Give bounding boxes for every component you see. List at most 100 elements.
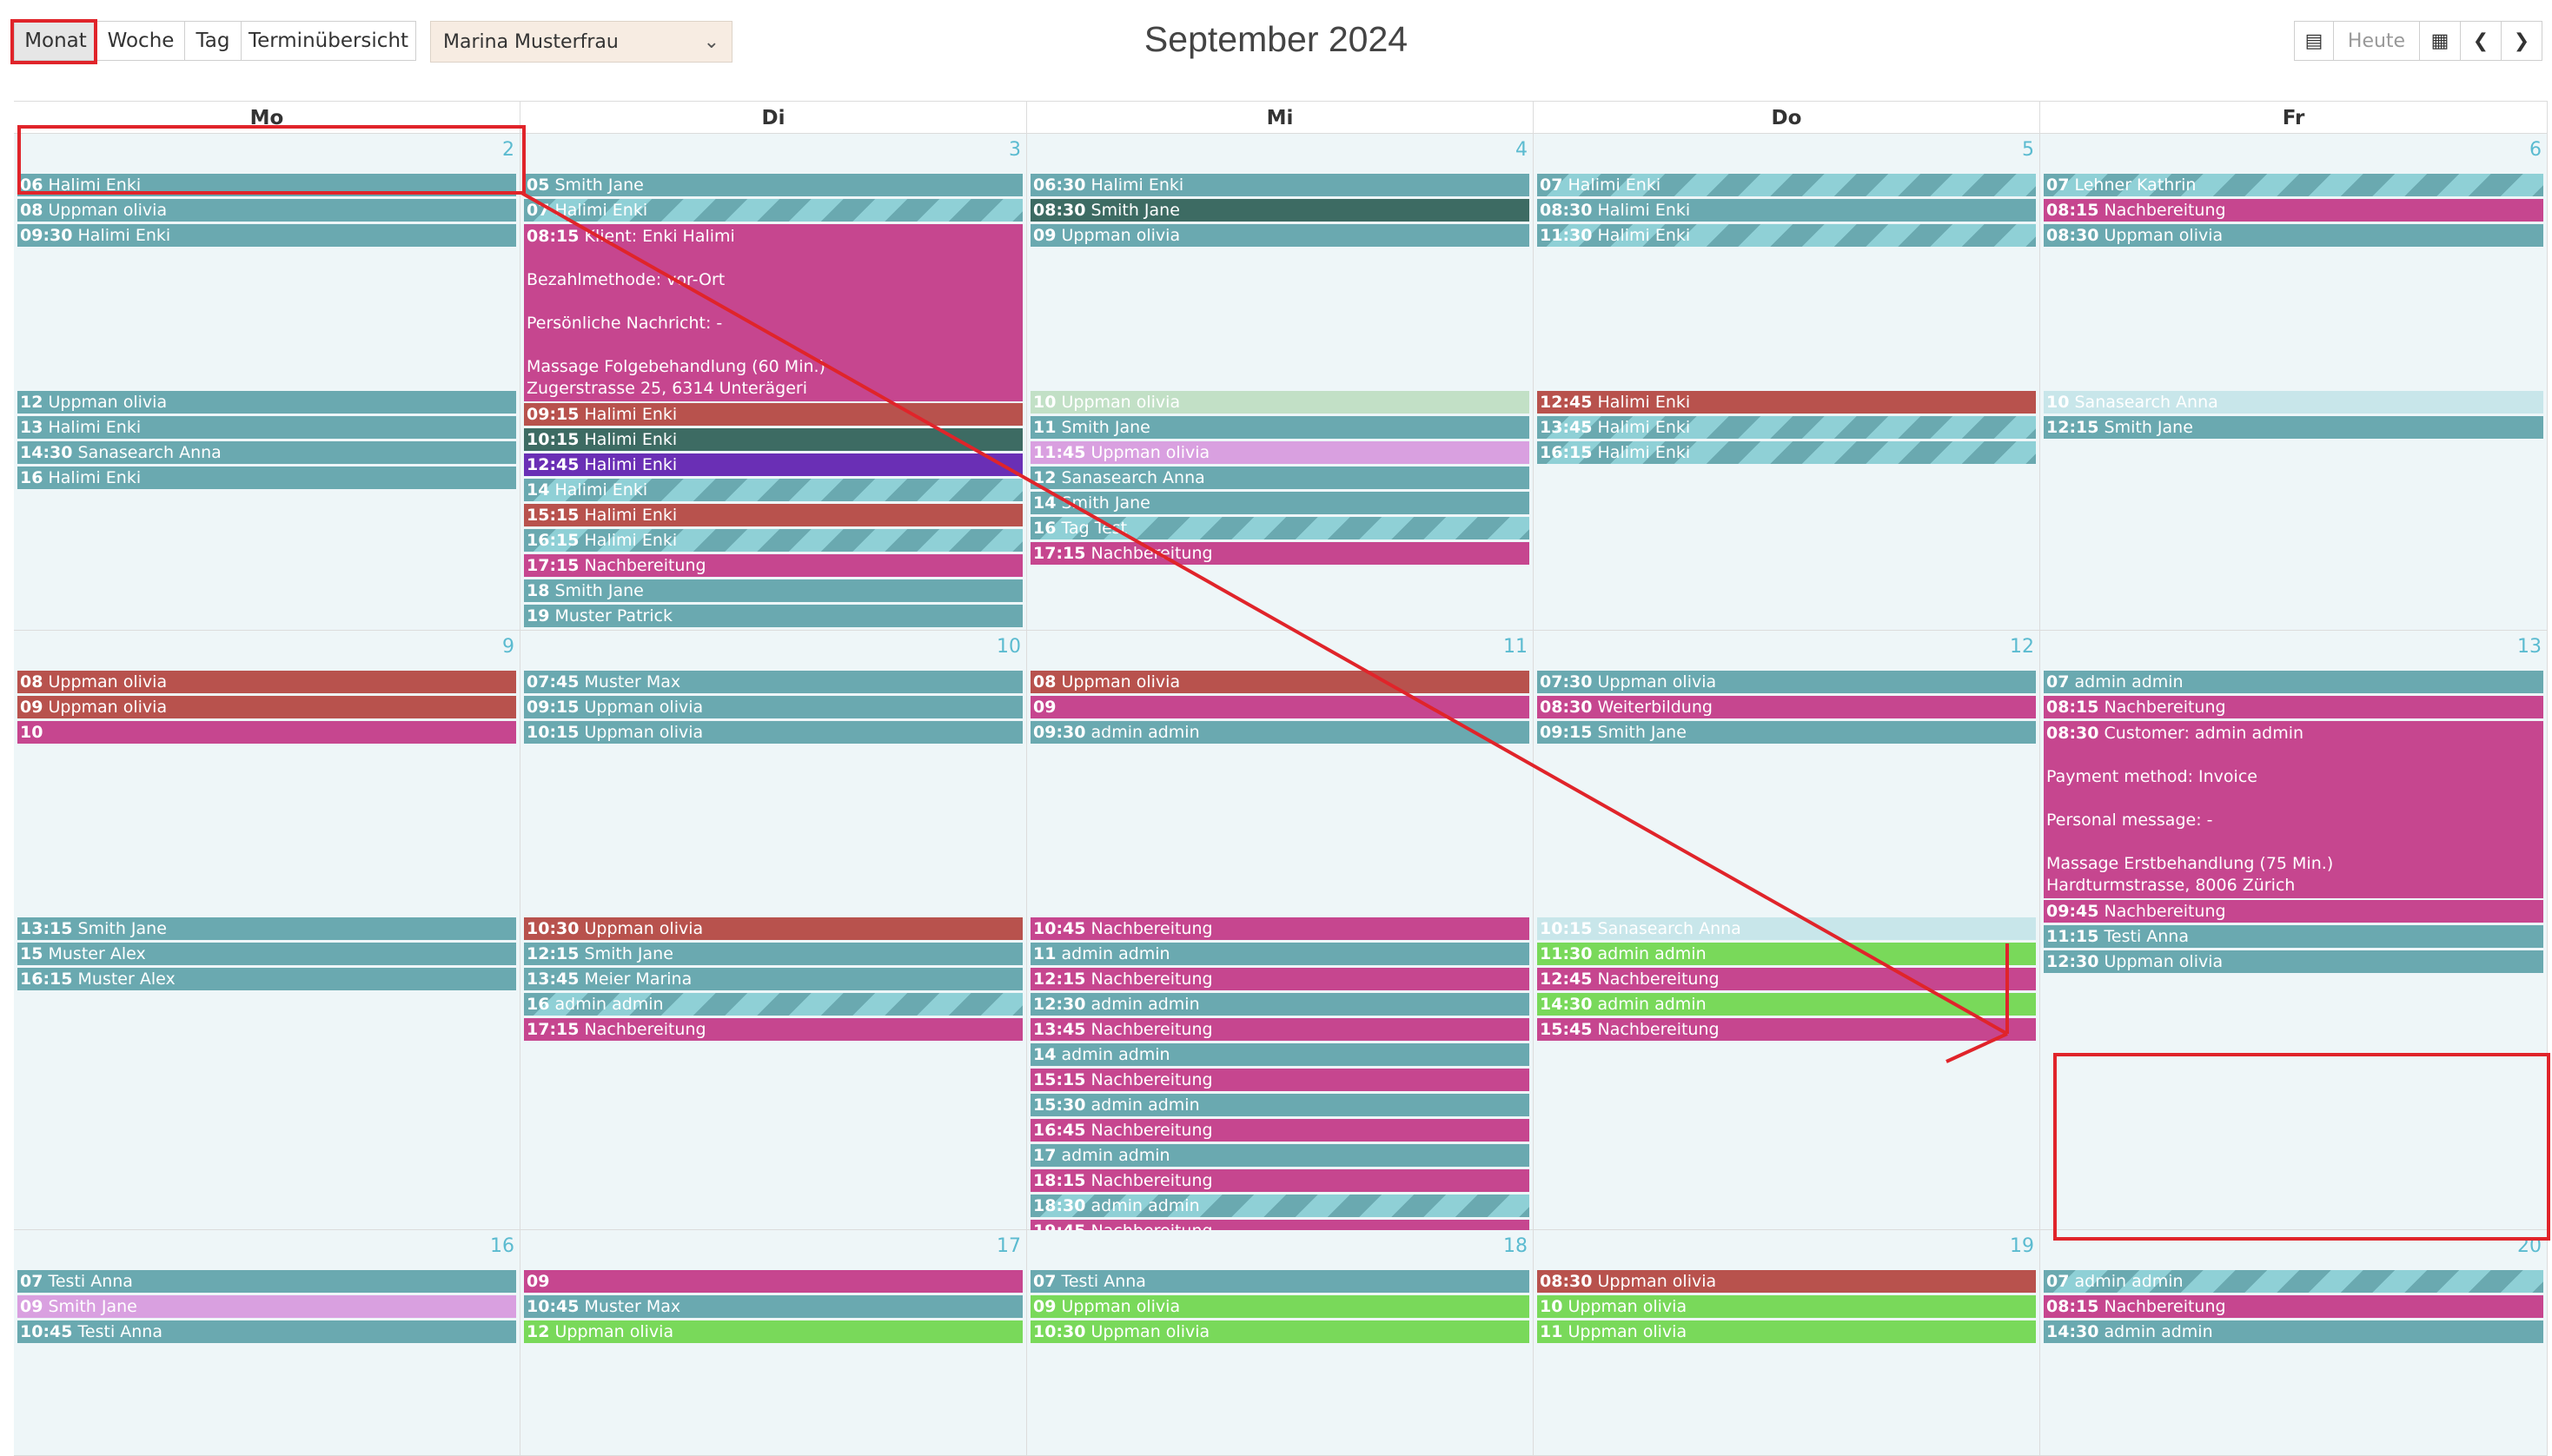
appointment-event[interactable]: 16 admin admin (524, 993, 1023, 1016)
appointment-event[interactable]: 14:30 admin admin (1537, 993, 2036, 1016)
day-number[interactable]: 3 (1009, 139, 1021, 161)
day-number[interactable]: 17 (997, 1235, 1021, 1257)
appointment-event[interactable]: 14:30 Sanasearch Anna (17, 441, 516, 464)
appointment-event[interactable]: 15 Muster Alex (17, 943, 516, 965)
appointment-event[interactable]: 12:45 Halimi Enki (1537, 391, 2036, 414)
day-number[interactable]: 11 (1503, 636, 1528, 658)
appointment-event[interactable]: 09:15 Halimi Enki (524, 403, 1023, 426)
appointment-event[interactable]: 06:30 Halimi Enki (1031, 174, 1529, 196)
appointment-event[interactable]: 08:15 Nachbereitung (2044, 199, 2543, 222)
appointment-event[interactable]: 09:15 Uppman olivia (524, 696, 1023, 718)
appointment-event[interactable]: 15:15 Halimi Enki (524, 504, 1023, 526)
appointment-event[interactable]: 07 Halimi Enki (1537, 174, 2036, 196)
appointment-event[interactable]: 17:15 Nachbereitung (524, 554, 1023, 577)
appointment-event[interactable]: 10:15 Halimi Enki (524, 428, 1023, 451)
appointment-event[interactable]: 09 Uppman olivia (1031, 1295, 1529, 1318)
appointment-event[interactable]: 12:30 Uppman olivia (2044, 950, 2543, 973)
appointment-event[interactable]: 10:15 Sanasearch Anna (1537, 917, 2036, 940)
prev-button[interactable]: ❮ (2460, 21, 2502, 61)
appointment-event[interactable]: 09 (524, 1270, 1023, 1293)
appointment-event[interactable]: 10 Uppman olivia (1537, 1295, 2036, 1318)
day-cell[interactable]: 13 07 admin admin 08:15 Nachbereitung 08:30… (2040, 631, 2548, 1230)
calendar-picker-button[interactable]: ▦ (2419, 21, 2461, 61)
appointment-event[interactable]: 11:45 Uppman olivia (1031, 441, 1529, 464)
day-cell[interactable]: 18 07 Testi Anna 09 Uppman olivia 10:30 Upp… (1027, 1230, 1534, 1456)
appointment-event[interactable]: 12:30 admin admin (1031, 993, 1529, 1016)
appointment-event[interactable]: 08:15 Nachbereitung (2044, 1295, 2543, 1318)
day-number[interactable]: 6 (2529, 139, 2542, 161)
appointment-event[interactable]: 10:45 Muster Max (524, 1295, 1023, 1318)
appointment-event[interactable]: 16:45 Nachbereitung (1031, 1119, 1529, 1142)
day-cell[interactable]: 12 07:30 Uppman olivia 08:30 Weiterbildung… (1534, 631, 2040, 1230)
appointment-event[interactable]: 09 (1031, 696, 1529, 718)
day-number[interactable]: 20 (2517, 1235, 2542, 1257)
appointment-event[interactable]: 18 Smith Jane (524, 579, 1023, 602)
appointment-event[interactable]: 08:30 Smith Jane (1031, 199, 1529, 222)
appointment-event[interactable]: 16:15 Halimi Enki (524, 529, 1023, 552)
day-cell[interactable]: 19 08:30 Uppman olivia 10 Uppman olivia 11 … (1534, 1230, 2040, 1456)
appointment-event[interactable]: 07 Testi Anna (1031, 1270, 1529, 1293)
appointment-event[interactable]: 14 Smith Jane (1031, 492, 1529, 514)
appointment-event[interactable]: 07:30 Uppman olivia (1537, 671, 2036, 693)
day-number[interactable]: 2 (502, 139, 514, 161)
appointment-event[interactable]: 10 (17, 721, 516, 744)
appointment-event[interactable]: 11:30 admin admin (1537, 943, 2036, 965)
appointment-event[interactable]: 15:45 Nachbereitung (1537, 1018, 2036, 1041)
appointment-event[interactable]: 12:15 Nachbereitung (1031, 968, 1529, 990)
appointment-event[interactable]: 17:15 Nachbereitung (1031, 542, 1529, 565)
appointment-event[interactable]: 16 Tag Test (1031, 517, 1529, 539)
day-number[interactable]: 5 (2022, 139, 2034, 161)
appointment-event[interactable]: 11:15 Testi Anna (2044, 925, 2543, 948)
day-cell[interactable]: 2 06 Halimi Enki 08 Uppman olivia 09:30 Hal… (14, 134, 520, 631)
appointment-event[interactable]: 10 Sanasearch Anna (2044, 391, 2543, 414)
appointment-event[interactable]: 07 Lehner Kathrin (2044, 174, 2543, 196)
appointment-event[interactable]: 09:45 Nachbereitung (2044, 900, 2543, 923)
next-button[interactable]: ❯ (2501, 21, 2542, 61)
appointment-event[interactable]: 12 Uppman olivia (524, 1320, 1023, 1343)
appointment-event[interactable]: 10:30 Uppman olivia (524, 917, 1023, 940)
list-view-button[interactable]: ▤ (2294, 21, 2334, 61)
appointment-event[interactable]: 19 Muster Patrick (524, 605, 1023, 627)
day-number[interactable]: 19 (2010, 1235, 2034, 1257)
appointment-event[interactable]: 09 Uppman olivia (1031, 224, 1529, 247)
appointment-event[interactable]: 08:15 Klient: Enki Halimi Bezahlmethode:… (524, 224, 1023, 401)
appointment-event[interactable]: 10:30 Uppman olivia (1031, 1320, 1529, 1343)
today-button[interactable]: Heute (2333, 21, 2420, 61)
appointment-event[interactable]: 09:30 admin admin (1031, 721, 1529, 744)
appointment-event[interactable]: 09:15 Smith Jane (1537, 721, 2036, 744)
appointment-event[interactable]: 12 Sanasearch Anna (1031, 467, 1529, 489)
appointment-event[interactable]: 13:45 Meier Marina (524, 968, 1023, 990)
appointment-event[interactable]: 11 Uppman olivia (1537, 1320, 2036, 1343)
appointment-event[interactable]: 08:30 Uppman olivia (2044, 224, 2543, 247)
appointment-event[interactable]: 12:15 Smith Jane (524, 943, 1023, 965)
appointment-event[interactable]: 08:30 Weiterbildung (1537, 696, 2036, 718)
appointment-event[interactable]: 07 admin admin (2044, 671, 2543, 693)
day-number[interactable]: 18 (1503, 1235, 1528, 1257)
day-cell[interactable]: 20 07 admin admin 08:15 Nachbereitung 14:30… (2040, 1230, 2548, 1456)
day-number[interactable]: 12 (2010, 636, 2034, 658)
day-number[interactable]: 4 (1515, 139, 1528, 161)
appointment-event[interactable]: 12 Uppman olivia (17, 391, 516, 414)
day-cell[interactable]: 4 06:30 Halimi Enki 08:30 Smith Jane 09 Upp… (1027, 134, 1534, 631)
appointment-event[interactable]: 10 Uppman olivia (1031, 391, 1529, 414)
appointment-event[interactable]: 09 Uppman olivia (17, 696, 516, 718)
appointment-event[interactable]: 16:15 Halimi Enki (1537, 441, 2036, 464)
appointment-event[interactable]: 05 Smith Jane (524, 174, 1023, 196)
day-number[interactable]: 9 (502, 636, 514, 658)
appointment-event[interactable]: 15:30 admin admin (1031, 1094, 1529, 1116)
appointment-event[interactable]: 08:15 Nachbereitung (2044, 696, 2543, 718)
appointment-event[interactable]: 12:45 Halimi Enki (524, 453, 1023, 476)
appointment-event[interactable]: 13:45 Halimi Enki (1537, 416, 2036, 439)
day-cell[interactable]: 11 08 Uppman olivia 09 09:30 admin admin 10:… (1027, 631, 1534, 1242)
appointment-event[interactable]: 08:30 Halimi Enki (1537, 199, 2036, 222)
appointment-event[interactable]: 08 Uppman olivia (17, 199, 516, 222)
appointment-event[interactable]: 11:30 Halimi Enki (1537, 224, 2036, 247)
appointment-event[interactable]: 10:45 Nachbereitung (1031, 917, 1529, 940)
appointment-event[interactable]: 12:45 Nachbereitung (1537, 968, 2036, 990)
appointment-event[interactable]: 08 Uppman olivia (1031, 671, 1529, 693)
appointment-event[interactable]: 09 Smith Jane (17, 1295, 516, 1318)
appointment-event[interactable]: 10:45 Testi Anna (17, 1320, 516, 1343)
day-cell[interactable]: 16 07 Testi Anna 09 Smith Jane 10:45 Testi … (14, 1230, 520, 1456)
appointment-event[interactable]: 16:15 Muster Alex (17, 968, 516, 990)
appointment-event[interactable]: 06 Halimi Enki (17, 174, 516, 196)
